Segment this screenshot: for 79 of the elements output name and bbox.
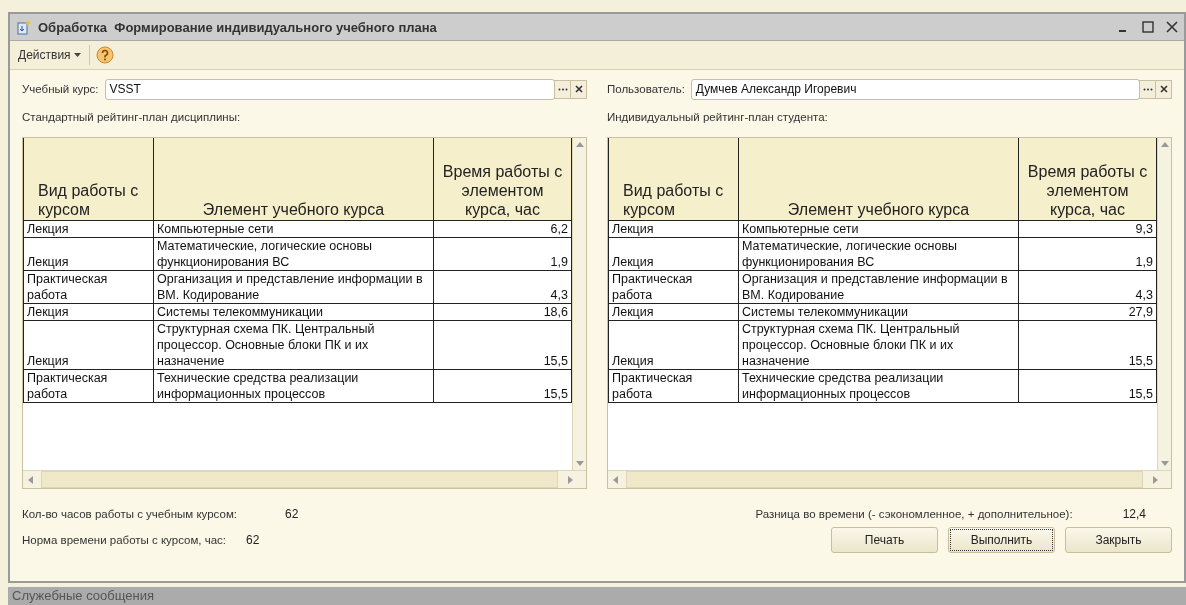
table-cell: 4,3 [1018,270,1157,303]
table-cell: Лекция [608,320,739,369]
table-cell: Лекция [608,237,739,270]
total-value: 62 [246,533,260,547]
table-cell: Организация и представление информации в ВМ. Кодирование [738,270,1019,303]
clear-button[interactable] [1155,79,1172,99]
table-cell: Лекция [23,237,154,270]
maximize-icon[interactable] [1142,21,1154,33]
vertical-scrollbar[interactable] [572,138,586,470]
table-cell: 1,9 [433,237,572,270]
table-cell: Практическая работа [608,369,739,402]
table-cell: Практическая работа [23,270,154,303]
clear-icon [1159,85,1168,93]
ellipsis-icon [557,87,568,91]
table-caption: Индивидуальный рейтинг-план студента: [607,111,829,123]
difference-label: Разница во времени (- сэкономленное, + дополнительное): [755,508,1073,520]
table-cell: 15,5 [433,320,572,369]
table-cell: Лекция [23,220,154,237]
table-cell: Компьютерные сети [738,220,1019,237]
table-cell: 15,5 [1018,320,1157,369]
actions-menu[interactable]: Действия [16,46,83,64]
table-cell: Технические средства реализации информационных процессов [153,369,434,402]
panel-title: Служебные сообщения [12,587,155,605]
column-header: Вид работы с курсом [608,138,739,220]
table-cell: 4,3 [433,270,572,303]
table-cell: Математические, логические основы функционирования ВС [738,237,1019,270]
table-cell: Лекция [608,220,739,237]
table-cell: Лекция [23,303,154,320]
clear-icon [574,85,583,93]
dialog-button[interactable]: Закрыть [1065,527,1172,553]
table-caption: Стандартный рейтинг-план дисциплины: [22,111,242,123]
table-cell: 9,3 [1018,220,1157,237]
scroll-arrow-icon[interactable] [575,141,584,149]
total-label: Норма времени работы с курсом, час: [22,534,227,546]
table-cell: Компьютерные сети [153,220,434,237]
close-icon[interactable] [1166,21,1178,33]
dialog-button[interactable]: Выполнить [948,527,1055,553]
table-cell: Практическая работа [608,270,739,303]
horizontal-scrollbar[interactable] [23,470,586,488]
input-field[interactable]: Думчев Александр Игоревич [690,78,1140,100]
horizontal-scrollbar[interactable] [608,470,1171,488]
table-cell: 1,9 [1018,237,1157,270]
table-cell: Лекция [23,320,154,369]
scroll-arrow-icon[interactable] [1160,141,1169,149]
help-icon[interactable] [95,46,114,64]
column-header: Время работы с элементом курса, час [433,138,572,220]
table-cell: 6,2 [433,220,572,237]
column-header: Элемент учебного курса [153,138,434,220]
column-header: Элемент учебного курса [738,138,1019,220]
caret-icon [73,53,81,57]
scroll-arrow-icon[interactable] [27,475,35,484]
vertical-scrollbar[interactable] [1157,138,1171,470]
clear-button[interactable] [570,79,587,99]
field-label: Пользователь: [607,83,685,95]
window-title: Обработка Формирование индивидуального учебного плана [38,19,437,35]
table-cell: Технические средства реализации информационных процессов [738,369,1019,402]
table-cell: Структурная схема ПК. Центральный процессор. Основные блоки ПК и их назначение [738,320,1019,369]
column-header: Вид работы с курсом [23,138,154,220]
table-cell: Организация и представление информации в ВМ. Кодирование [153,270,434,303]
field-label: Учебный курс: [22,83,99,95]
table-cell: 18,6 [433,303,572,320]
total-label: Кол-во часов работы с учебным курсом: [22,508,237,520]
table-cell: Практическая работа [23,369,154,402]
table-cell: Системы телекоммуникации [738,303,1019,320]
input-field[interactable]: VSST [104,78,555,100]
ellipsis-icon [1142,87,1153,91]
dialog-button[interactable]: Печать [831,527,938,553]
table-cell: Системы телекоммуникации [153,303,434,320]
scroll-arrow-icon[interactable] [612,475,620,484]
difference-value: 12,4 [1122,507,1146,521]
form-icon [16,19,32,35]
table-cell: 15,5 [1018,369,1157,402]
table-cell: Структурная схема ПК. Центральный процессор. Основные блоки ПК и их назначение [153,320,434,369]
table-cell: Математические, логические основы функционирования ВС [153,237,434,270]
table-cell: 27,9 [1018,303,1157,320]
total-value: 62 [285,507,299,521]
table-cell: 15,5 [433,369,572,402]
table-cell: Лекция [608,303,739,320]
column-header: Время работы с элементом курса, час [1018,138,1157,220]
